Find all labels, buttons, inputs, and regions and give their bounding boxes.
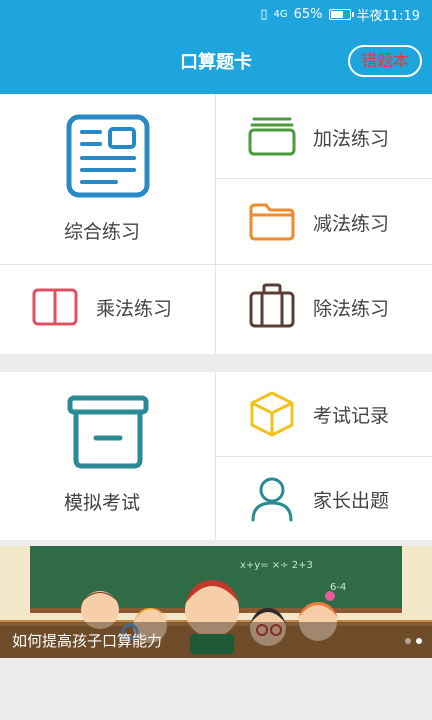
addition-practice-button[interactable]: 加法练习 [216,94,432,178]
person-icon [251,477,293,522]
carousel-dot[interactable] [405,638,411,644]
banner-caption-bar: 如何提高孩子口算能力 [0,622,432,658]
comprehensive-practice-button[interactable]: 综合练习 [0,94,215,264]
multiplication-practice-button[interactable]: 乘法练习 [0,265,215,354]
status-bar: ▯ 4G 65% 半夜11:19 [0,0,432,28]
carousel-dot[interactable] [416,638,422,644]
comprehensive-label: 综合练习 [64,221,141,243]
parent-questions-button[interactable]: 家长出题 [216,457,432,540]
battery-percent: 65% [293,7,323,22]
addition-label: 加法练习 [313,128,390,150]
svg-text:6-4: 6-4 [330,582,346,593]
exam-records-button[interactable]: 考试记录 [216,372,432,456]
book-icon [32,288,78,326]
folder-icon [249,203,295,241]
svg-text:x+y= ×÷ 2+3: x+y= ×÷ 2+3 [240,560,313,571]
mock-exam-label: 模拟考试 [64,492,141,514]
exam-panel: 模拟考试 考试记录 家长出题 [0,372,432,540]
document-icon [66,114,150,198]
cube-icon [250,391,294,437]
multiplication-label: 乘法练习 [96,298,173,320]
subtraction-practice-button[interactable]: 减法练习 [216,179,432,264]
division-practice-button[interactable]: 除法练习 [216,265,432,354]
vibrate-icon: ▯ [260,7,268,22]
exam-records-label: 考试记录 [313,405,390,427]
signal-icon: 4G [273,9,288,20]
status-time: 半夜11:19 [356,9,420,24]
banner-caption: 如何提高孩子口算能力 [12,632,163,650]
practice-panel: 综合练习 加法练习 减法练习 乘法练习 除法练习 [0,94,432,354]
archive-box-icon [67,395,149,469]
parent-questions-label: 家长出题 [313,490,390,512]
stack-icon [248,117,296,156]
battery-fill [330,11,343,18]
mock-exam-button[interactable]: 模拟考试 [0,372,215,540]
banner-carousel[interactable]: x+y= ×÷ 2+3 6-4 如何提高孩子口算能力 [0,546,432,658]
wrong-book-button[interactable]: 错题本 [348,45,422,77]
carousel-indicator [405,638,422,644]
division-label: 除法练习 [313,298,390,320]
briefcase-icon [249,283,295,328]
battery-icon [328,9,354,20]
app-bar: 口算题卡 错题本 [0,28,432,94]
subtraction-label: 减法练习 [313,213,390,235]
